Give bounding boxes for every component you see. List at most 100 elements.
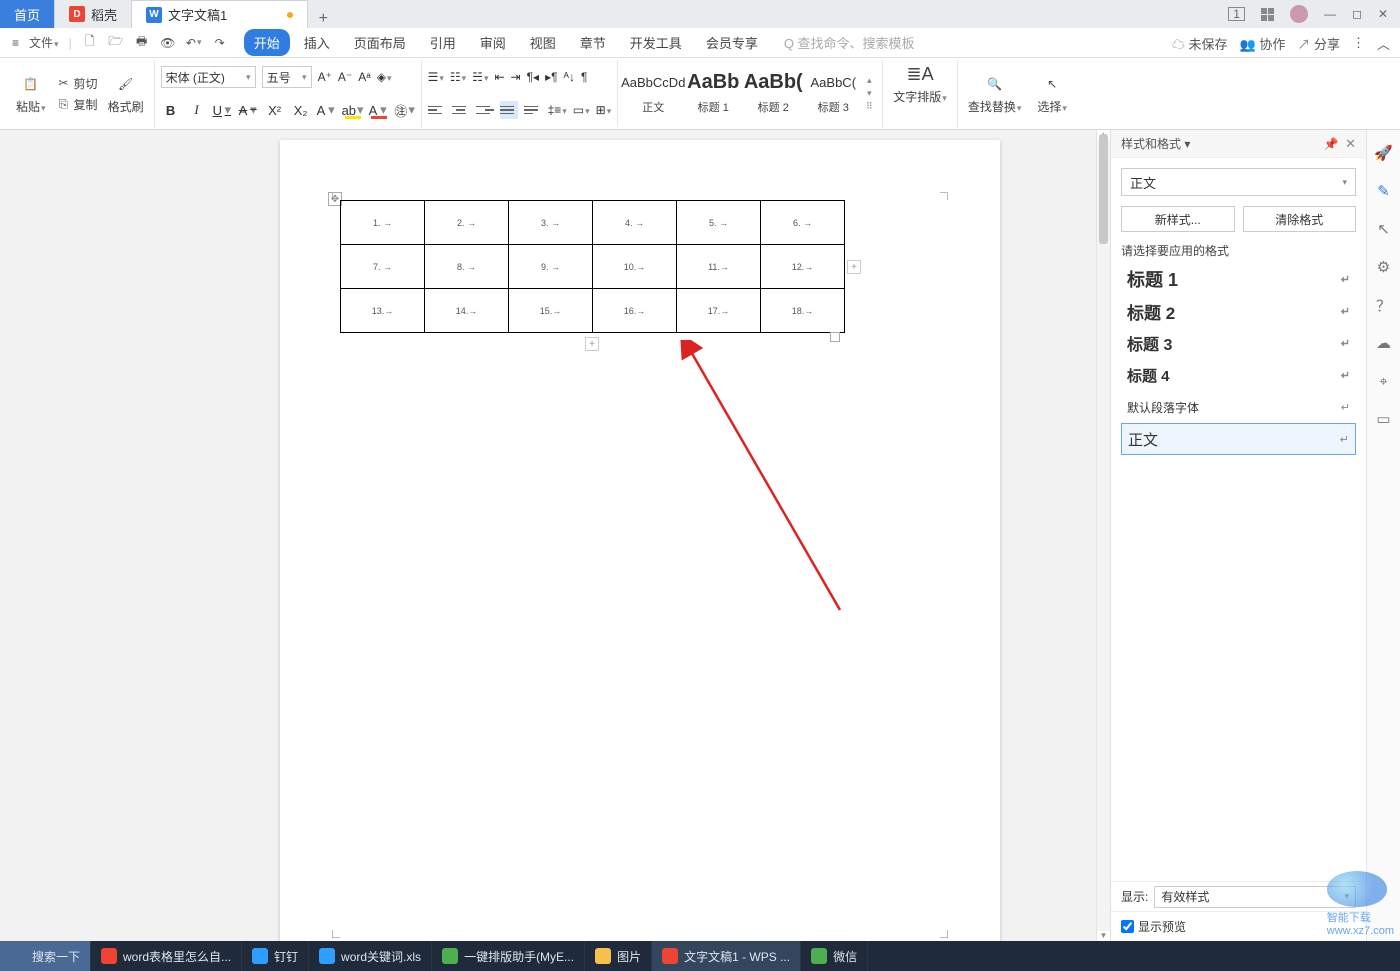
page-count-indicator[interactable]: 1 (1228, 7, 1245, 21)
tab-home[interactable]: 首页 (0, 0, 55, 28)
table-cell[interactable]: 13.→ (341, 289, 425, 333)
taskbar-item[interactable]: 钉钉 (242, 941, 309, 971)
menu-tab-7[interactable]: 开发工具 (620, 29, 692, 56)
rocket-icon[interactable]: 🚀 (1373, 142, 1395, 164)
line-spacing-icon[interactable]: ‡≡▾ (548, 103, 567, 117)
taskbar-item[interactable]: 一键排版助手(MyE... (432, 941, 585, 971)
command-search[interactable]: Q 查找命令、搜索模板 (784, 33, 915, 52)
bullets-icon[interactable]: ☰▾ (428, 70, 444, 84)
table-cell[interactable]: 8. → (425, 245, 509, 289)
table-cell[interactable]: 15.→ (509, 289, 593, 333)
window-maximize[interactable]: ◻ (1352, 7, 1362, 21)
text-layout-button[interactable]: ≣A 文字排版▾ (889, 62, 951, 105)
menu-tab-0[interactable]: 开始 (244, 29, 290, 56)
table-cell[interactable]: 14.→ (425, 289, 509, 333)
menu-tab-4[interactable]: 审阅 (470, 29, 516, 56)
cut-button[interactable]: ✂剪切 (56, 75, 98, 92)
hamburger-icon[interactable]: ≡ (12, 36, 19, 50)
font-color-button[interactable]: A▾ (369, 100, 389, 120)
table-cell[interactable]: 16.→ (593, 289, 677, 333)
current-style-select[interactable]: 正文▾ (1121, 168, 1356, 196)
superscript-button[interactable]: X² (265, 100, 285, 120)
style-list-item[interactable]: 默认段落字体↵ (1121, 391, 1356, 423)
compass-icon[interactable]: ⌖ (1373, 370, 1395, 392)
align-left-icon[interactable] (428, 101, 446, 119)
table-cell[interactable]: 3. → (509, 201, 593, 245)
more-icon[interactable]: ⋮ (1352, 35, 1365, 51)
collapse-ribbon-icon[interactable]: ︿ (1377, 34, 1390, 53)
help-icon[interactable]: ？ (1373, 294, 1395, 316)
table-resize-handle[interactable] (830, 332, 840, 342)
print-preview-icon[interactable]: 👁 (160, 35, 176, 51)
share-button[interactable]: ↗ 分享 (1297, 34, 1340, 53)
format-painter-button[interactable]: 🖌 格式刷 (104, 72, 148, 115)
increase-font-icon[interactable]: A⁺ (318, 70, 332, 84)
italic-button[interactable]: I (187, 100, 207, 120)
new-icon[interactable]: 🗋 (82, 35, 98, 51)
decrease-indent-icon[interactable]: ⇤ (494, 70, 504, 84)
taskbar-item[interactable]: 搜索一下 (0, 941, 91, 971)
increase-indent-icon[interactable]: ⇥ (511, 70, 521, 84)
print-icon[interactable]: 🖶 (134, 35, 150, 51)
cloud-sync-icon[interactable]: ☁ (1373, 332, 1395, 354)
menu-tab-1[interactable]: 插入 (294, 29, 340, 56)
pointer-icon[interactable]: ↖ (1373, 218, 1395, 240)
panel-close-button[interactable]: ✕ (1345, 136, 1356, 151)
borders-icon[interactable]: ⊞▾ (596, 103, 612, 117)
file-menu[interactable]: 文件▾ (29, 34, 59, 51)
highlight-button[interactable]: ab▾ (343, 100, 363, 120)
window-minimize[interactable]: — (1324, 7, 1336, 21)
menu-tab-8[interactable]: 会员专享 (696, 29, 768, 56)
docs-icon[interactable]: ▭ (1373, 408, 1395, 430)
table-cell[interactable]: 18.→ (761, 289, 845, 333)
align-right-icon[interactable] (476, 101, 494, 119)
show-filter-select[interactable]: 有效样式▾ (1154, 886, 1356, 908)
window-close[interactable]: ✕ (1378, 7, 1388, 21)
style-list-item[interactable]: 正文↵ (1121, 423, 1356, 455)
font-family-select[interactable]: 宋体 (正文)▾ (161, 66, 256, 88)
settings-slider-icon[interactable]: ⚙ (1373, 256, 1395, 278)
taskbar-item[interactable]: 图片 (585, 941, 652, 971)
show-preview-checkbox[interactable] (1121, 920, 1134, 933)
taskbar-item[interactable]: word关键词.xls (309, 941, 432, 971)
styles-more-button[interactable]: ▴▾⠿ (862, 75, 876, 112)
style-list-item[interactable]: 标题 4↵ (1121, 359, 1356, 391)
menu-tab-3[interactable]: 引用 (420, 29, 466, 56)
numbering-icon[interactable]: ☷▾ (450, 70, 466, 84)
paste-button[interactable]: 📋 粘贴▾ (12, 72, 50, 115)
table-cell[interactable]: 12.→ (761, 245, 845, 289)
table-add-row-button[interactable]: + (585, 337, 599, 351)
taskbar-item[interactable]: 微信 (801, 941, 868, 971)
align-distribute-icon[interactable] (524, 101, 542, 119)
table-cell[interactable]: 10.→ (593, 245, 677, 289)
redo-icon[interactable]: ↷ (212, 35, 228, 51)
find-replace-button[interactable]: 🔍 查找替换▾ (964, 62, 1026, 125)
table-cell[interactable]: 17.→ (677, 289, 761, 333)
new-style-button[interactable]: 新样式... (1121, 206, 1235, 232)
align-center-icon[interactable] (452, 101, 470, 119)
taskbar-item[interactable]: 文字文稿1 - WPS ... (652, 941, 801, 971)
style-list-item[interactable]: 标题 3↵ (1121, 327, 1356, 359)
panel-title[interactable]: 样式和格式 ▾ (1121, 135, 1190, 152)
scroll-down-icon[interactable]: ▼ (1097, 931, 1110, 941)
menu-tab-6[interactable]: 章节 (570, 29, 616, 56)
taskbar-item[interactable]: word表格里怎么自... (91, 941, 242, 971)
rtl-icon[interactable]: ▸¶ (545, 70, 557, 84)
font-size-select[interactable]: 五号▾ (262, 66, 312, 88)
style-list-item[interactable]: 标题 1↵ (1121, 263, 1356, 295)
sort-icon[interactable]: ᴬ↓ (564, 70, 575, 84)
style-gallery-item[interactable]: AaBbCcDd正文 (624, 62, 682, 120)
style-gallery-item[interactable]: AaBb(标题 2 (744, 62, 802, 120)
multilevel-icon[interactable]: ☵▾ (472, 70, 488, 84)
open-icon[interactable]: 🗁 (108, 35, 124, 51)
text-effects-button[interactable]: A▾ (317, 100, 337, 120)
apps-icon[interactable] (1261, 8, 1274, 21)
unsaved-button[interactable]: ☁ 未保存 (1172, 34, 1228, 53)
new-tab-button[interactable]: + (308, 10, 338, 28)
document-canvas[interactable]: ✥ 1. →2. →3. →4. →5. →6. →7. →8. →9. →10… (0, 130, 1110, 941)
scrollbar-thumb[interactable] (1099, 134, 1108, 244)
table-cell[interactable]: 6. → (761, 201, 845, 245)
select-button[interactable]: ↖ 选择▾ (1033, 62, 1071, 125)
underline-button[interactable]: U▾ (213, 100, 233, 120)
decrease-font-icon[interactable]: A⁻ (338, 70, 352, 84)
